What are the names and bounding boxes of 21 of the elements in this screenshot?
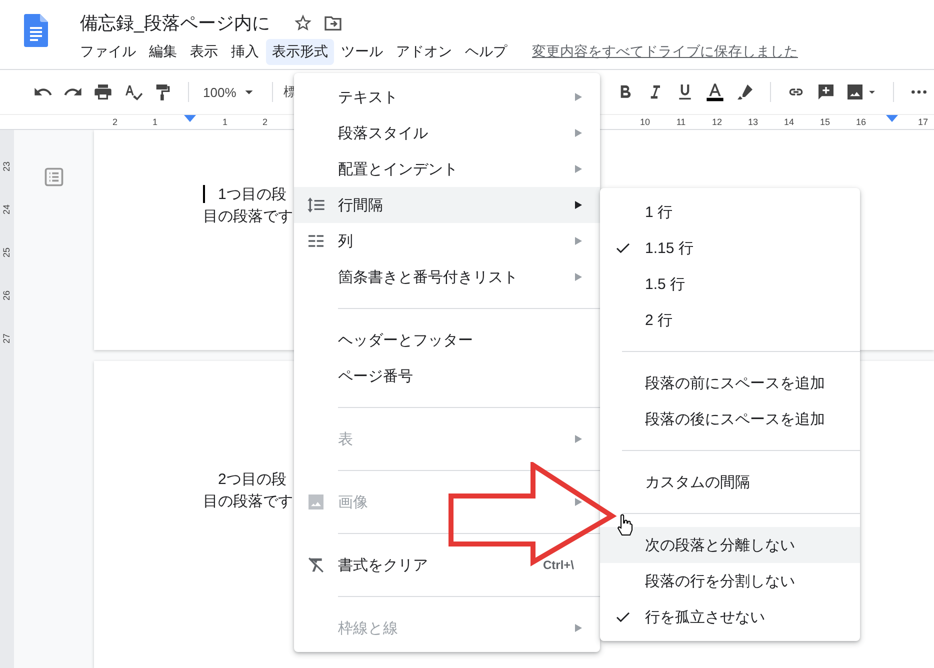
ruler-number: 15 [820, 117, 830, 127]
ruler-number: 13 [748, 117, 758, 127]
body-text: 目の段落です [203, 492, 293, 510]
ruler-number: 10 [640, 117, 650, 127]
body-text: 1つ目の段 [218, 184, 286, 204]
ruler-number: 26 [0, 290, 12, 300]
ruler-number: 2 [261, 117, 268, 127]
ruler-number: 12 [712, 117, 722, 127]
ruler-number: 27 [0, 334, 12, 344]
ruler-number: 25 [0, 248, 12, 258]
ruler-number: 17 [918, 117, 928, 127]
body-text: 目の段落です [203, 206, 293, 226]
ruler-number: 11 [676, 117, 686, 127]
ruler-number: 23 [0, 162, 12, 172]
ruler-number: 2 [111, 117, 118, 127]
ruler-number: 14 [784, 117, 794, 127]
ruler-number: 16 [856, 117, 866, 127]
ruler-number: 1 [221, 117, 228, 127]
ruler-number: 24 [0, 204, 12, 214]
body-text: 2つ目の段 [218, 470, 286, 488]
ruler-number: 1 [151, 117, 158, 127]
